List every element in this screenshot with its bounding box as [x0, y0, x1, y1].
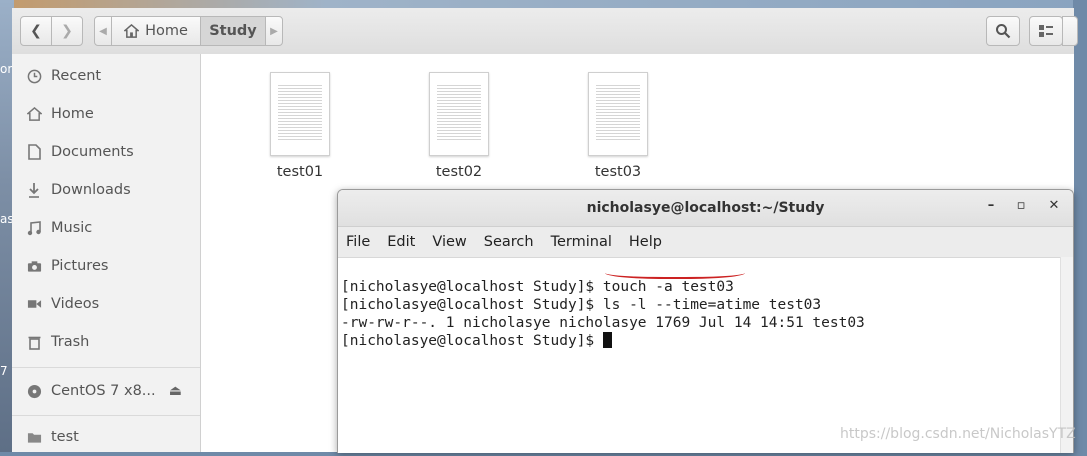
text-file-icon	[270, 72, 330, 156]
disc-icon	[26, 383, 42, 399]
triangle-left-icon: ◀	[99, 25, 107, 37]
file-item[interactable]: test02	[414, 72, 504, 180]
list-view-icon	[1039, 25, 1053, 37]
sidebar-item-label: Videos	[51, 296, 100, 312]
maximize-button[interactable]: ▫	[1011, 198, 1031, 213]
desktop-background-top	[0, 0, 1087, 8]
menu-search[interactable]: Search	[484, 234, 534, 250]
desktop-label: 7	[0, 364, 8, 378]
menu-file[interactable]: File	[346, 234, 370, 250]
sidebar-item-label: Documents	[51, 144, 134, 160]
sidebar-item-documents[interactable]: Documents	[12, 133, 200, 171]
breadcrumb-home[interactable]: Home	[111, 16, 201, 46]
home-icon	[26, 106, 42, 122]
minimize-button[interactable]: –	[981, 198, 1001, 213]
sidebar-item-downloads[interactable]: Downloads	[12, 171, 200, 209]
path-scroll-right-button[interactable]: ▶	[265, 16, 283, 46]
file-name: test02	[435, 164, 483, 180]
breadcrumb-study-label: Study	[209, 23, 257, 39]
triangle-right-icon: ▶	[270, 25, 278, 37]
file-item[interactable]: test01	[255, 72, 345, 180]
text-cursor	[602, 332, 612, 348]
sidebar: Recent Home Documents Downloads Music Pi…	[12, 54, 201, 452]
sidebar-item-videos[interactable]: Videos	[12, 285, 200, 323]
menu-terminal[interactable]: Terminal	[551, 234, 612, 250]
file-item[interactable]: test03	[573, 72, 663, 180]
breadcrumb-home-label: Home	[145, 23, 188, 39]
desktop-background-right	[1073, 0, 1087, 452]
terminal-line: [nicholasye@localhost Study]$	[341, 332, 1070, 350]
download-icon	[26, 182, 42, 198]
sidebar-item-home[interactable]: Home	[12, 95, 200, 133]
search-button[interactable]	[986, 16, 1020, 46]
file-name: test01	[276, 164, 324, 180]
video-icon	[26, 296, 42, 312]
close-button[interactable]: ✕	[1044, 198, 1064, 213]
music-icon	[26, 220, 42, 236]
text-file-icon	[588, 72, 648, 156]
sidebar-item-test[interactable]: test	[12, 418, 200, 456]
text-file-icon	[429, 72, 489, 156]
terminal-scrollbar[interactable]	[1060, 257, 1073, 453]
prompt: [nicholasye@localhost Study]$	[341, 333, 603, 349]
menu-view[interactable]: View	[432, 234, 466, 250]
chevron-right-icon: ❯	[61, 23, 73, 39]
menu-help[interactable]: Help	[629, 234, 662, 250]
terminal-menubar: File Edit View Search Terminal Help	[338, 227, 1073, 258]
terminal-output[interactable]: [nicholasye@localhost Study]$ touch -a t…	[338, 258, 1073, 406]
sidebar-item-centos-disc[interactable]: CentOS 7 x8... ⏏	[12, 372, 200, 410]
home-icon	[124, 24, 140, 38]
chevron-left-icon: ❮	[30, 23, 42, 39]
terminal-titlebar[interactable]: nicholasye@localhost:~/Study – ▫ ✕	[338, 190, 1073, 227]
sidebar-item-label: Downloads	[51, 182, 131, 198]
forward-button[interactable]: ❯	[51, 16, 83, 46]
back-button[interactable]: ❮	[20, 16, 52, 46]
view-menu-button[interactable]	[1062, 16, 1078, 46]
camera-icon	[26, 258, 42, 274]
terminal-line: [nicholasye@localhost Study]$ touch -a t…	[341, 279, 734, 295]
sidebar-item-label: Trash	[51, 334, 90, 350]
terminal-line: [nicholasye@localhost Study]$ ls -l --ti…	[341, 297, 822, 313]
sidebar-item-label: Home	[51, 106, 94, 122]
document-icon	[26, 144, 42, 160]
file-name: test03	[594, 164, 642, 180]
sidebar-item-pictures[interactable]: Pictures	[12, 247, 200, 285]
trash-icon	[26, 334, 42, 350]
sidebar-separator	[12, 415, 200, 416]
sidebar-item-recent[interactable]: Recent	[12, 57, 200, 95]
terminal-title: nicholasye@localhost:~/Study	[586, 200, 825, 216]
breadcrumb-study[interactable]: Study	[200, 16, 266, 46]
terminal-window: nicholasye@localhost:~/Study – ▫ ✕ File …	[337, 189, 1074, 453]
sidebar-item-music[interactable]: Music	[12, 209, 200, 247]
clock-icon	[26, 68, 42, 84]
sidebar-item-label: Recent	[51, 68, 102, 84]
sidebar-item-label: test	[51, 429, 79, 445]
eject-icon[interactable]: ⏏	[169, 383, 182, 399]
terminal-line: -rw-rw-r--. 1 nicholasye nicholasye 1769…	[341, 315, 865, 331]
search-icon	[996, 24, 1011, 39]
sidebar-separator	[12, 367, 200, 368]
watermark: https://blog.csdn.net/NicholasYTZ	[840, 426, 1076, 442]
view-toggle-button[interactable]	[1029, 16, 1063, 46]
sidebar-item-trash[interactable]: Trash	[12, 323, 200, 361]
folder-icon	[26, 429, 42, 445]
sidebar-item-label: Pictures	[51, 258, 109, 274]
sidebar-item-label: CentOS 7 x8...	[51, 383, 156, 399]
path-scroll-left-button[interactable]: ◀	[94, 16, 112, 46]
header-bar: ❮ ❯ ◀ Home Study ▶	[12, 8, 1078, 55]
menu-edit[interactable]: Edit	[387, 234, 415, 250]
sidebar-item-label: Music	[51, 220, 93, 236]
